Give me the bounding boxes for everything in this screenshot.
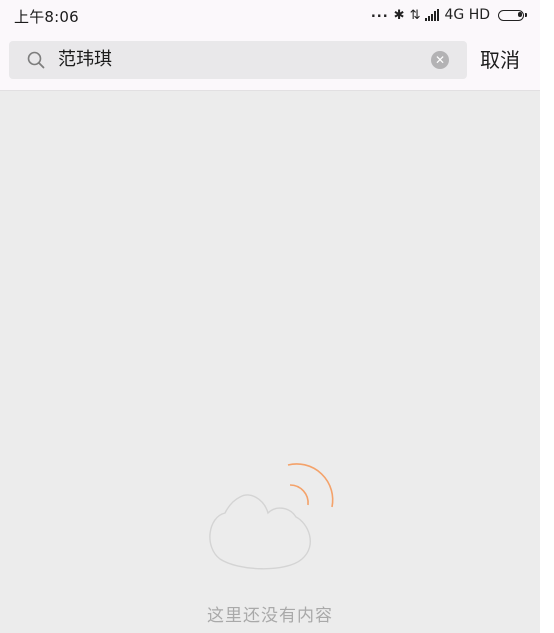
cancel-button[interactable]: 取消 [480,44,520,76]
status-icons: ... ✱ ⇅ 4G HD [370,5,527,25]
search-icon [27,51,45,69]
network-label: 4G HD [444,7,490,23]
signal-arc-small [289,484,309,506]
empty-message: 这里还没有内容 [207,606,333,626]
data-transfer-icon: ⇅ [409,7,421,23]
search-query[interactable]: 范玮琪 [58,49,112,71]
empty-illustration [209,463,334,570]
bluetooth-icon: ✱ [393,7,405,23]
more-dots-icon: ... [370,5,389,21]
empty-cloud-shape [209,494,311,570]
battery-icon [498,9,527,21]
clear-icon[interactable]: ✕ [431,51,449,69]
status-bar: 上午8:06 ... ✱ ⇅ 4G HD [0,0,540,30]
search-header: 范玮琪 ✕ 取消 [0,30,540,91]
app-screen: 上午8:06 ... ✱ ⇅ 4G HD 范玮琪 ✕ 取消 这里还没有内容 [0,0,540,633]
signal-icon [425,9,440,21]
search-input[interactable]: 范玮琪 ✕ [9,41,467,79]
battery-level [517,12,522,17]
status-time: 上午8:06 [14,8,79,26]
